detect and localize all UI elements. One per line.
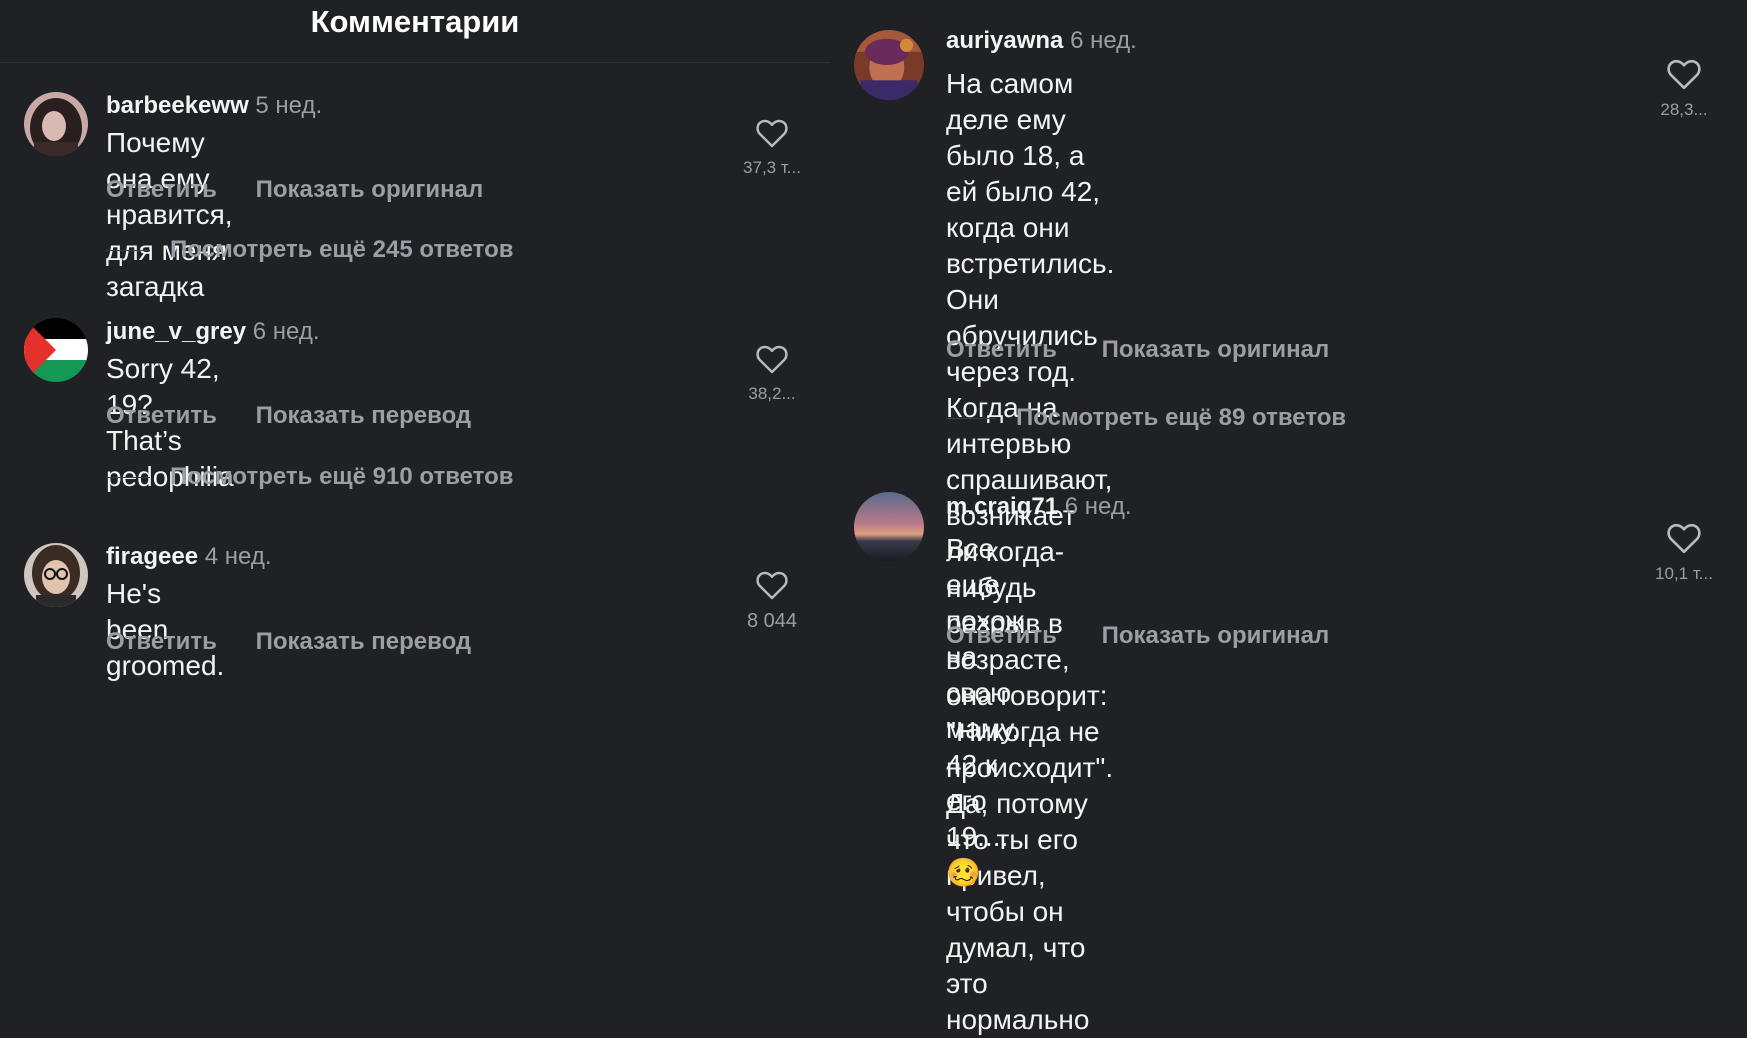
avatar[interactable] — [854, 492, 924, 562]
replies-divider — [106, 250, 150, 252]
comment-meta: m.craig71 6 нед. — [946, 493, 1132, 521]
like-count: 38,2... — [748, 384, 796, 403]
timestamp: 5 нед. — [255, 92, 323, 119]
reply-button[interactable]: Ответить — [946, 336, 1057, 364]
avatar[interactable] — [24, 543, 88, 607]
username[interactable]: firageee — [106, 543, 198, 570]
comment-meta: barbeekeww 5 нед. — [106, 92, 322, 120]
view-replies-label: Посмотреть ещё 245 ответов — [170, 236, 514, 263]
reply-button[interactable]: Ответить — [106, 176, 217, 204]
like-area: 28,3... — [1642, 58, 1726, 120]
view-replies-button[interactable]: Посмотреть ещё 910 ответов — [106, 463, 514, 491]
like-area: 10,1 т... — [1642, 522, 1726, 584]
username[interactable]: auriyawna — [946, 27, 1063, 54]
replies-divider — [946, 418, 996, 420]
timestamp: 6 нед. — [252, 318, 320, 345]
replies-divider — [106, 477, 150, 479]
woozy-face-emoji: 🥴 — [946, 857, 981, 888]
like-count: 37,3 т... — [743, 158, 801, 177]
comment-line: чтобы он думал, что это нормально — [946, 896, 1090, 1035]
palestine-flag-icon — [24, 318, 88, 382]
comment-line: когда они встретились. Они обручились — [946, 212, 1115, 351]
reply-button[interactable]: Ответить — [946, 622, 1057, 650]
username[interactable]: june_v_grey — [106, 318, 246, 345]
comment-actions: Ответить Показать оригинал — [946, 622, 1329, 650]
dark-hair-portrait-icon — [24, 92, 88, 156]
reply-button[interactable]: Ответить — [106, 402, 217, 430]
header-divider — [0, 62, 830, 63]
view-replies-button[interactable]: Посмотреть ещё 89 ответов — [946, 404, 1346, 432]
right-panel: auriyawna 6 нед. На самом деле ему было … — [840, 0, 1747, 1035]
like-area: 37,3 т... — [730, 118, 814, 178]
reply-button[interactable]: Ответить — [106, 628, 217, 656]
show-original-button[interactable]: Показать оригинал — [1102, 336, 1330, 364]
comment-actions: Ответить Показать оригинал — [946, 336, 1329, 364]
view-replies-label: Посмотреть ещё 89 ответов — [1016, 404, 1347, 431]
page-title: Комментарии — [310, 4, 520, 39]
comment-meta: june_v_grey 6 нед. — [106, 318, 320, 346]
heart-icon[interactable] — [755, 118, 789, 148]
sunset-landscape-icon — [854, 492, 924, 562]
colorful-portrait-icon — [854, 30, 924, 100]
comment-actions: Ответить Показать оригинал — [106, 176, 483, 204]
show-translation-button[interactable]: Показать перевод — [256, 628, 472, 656]
glasses-portrait-icon — [24, 543, 88, 607]
view-replies-label: Посмотреть ещё 910 ответов — [170, 463, 514, 490]
heart-icon[interactable] — [1666, 58, 1702, 90]
like-count: 8 044 — [746, 610, 798, 632]
comment-meta: auriyawna 6 нед. — [946, 27, 1137, 55]
timestamp: 4 нед. — [204, 543, 272, 570]
comment-line: Все еще похож на свою маму. 42 к его 19.… — [946, 533, 1025, 852]
avatar[interactable] — [24, 92, 88, 156]
heart-icon[interactable] — [1666, 522, 1702, 554]
avatar[interactable] — [24, 318, 88, 382]
comment-actions: Ответить Показать перевод — [106, 628, 471, 656]
avatar[interactable] — [854, 30, 924, 100]
show-original-button[interactable]: Показать оригинал — [1102, 622, 1330, 650]
timestamp: 6 нед. — [1064, 493, 1132, 520]
like-area: 38,2... — [730, 344, 814, 404]
like-area: 8 044 — [730, 570, 814, 633]
comments-header: Комментарии — [0, 0, 830, 63]
username[interactable]: m.craig71 — [946, 493, 1058, 520]
comment-meta: firageee 4 нед. — [106, 543, 272, 571]
comment-text: Все еще похож на свою маму. 42 к его 19.… — [946, 531, 1024, 891]
show-translation-button[interactable]: Показать перевод — [256, 402, 472, 430]
show-original-button[interactable]: Показать оригинал — [256, 176, 484, 204]
like-count: 10,1 т... — [1655, 564, 1713, 583]
heart-icon[interactable] — [755, 570, 789, 600]
heart-icon[interactable] — [755, 344, 789, 374]
comment-text: Почему она ему нравится, для меня загадк… — [106, 127, 233, 302]
comment-actions: Ответить Показать перевод — [106, 402, 471, 430]
username[interactable]: barbeekeww — [106, 92, 249, 119]
left-panel: Комментарии barbeekeww 5 нед. Почему она… — [0, 0, 870, 681]
view-replies-button[interactable]: Посмотреть ещё 245 ответов — [106, 236, 514, 264]
timestamp: 6 нед. — [1070, 27, 1137, 54]
comment-line: На самом деле ему было 18, а ей было 42, — [946, 68, 1101, 207]
like-count: 28,3... — [1660, 100, 1708, 119]
